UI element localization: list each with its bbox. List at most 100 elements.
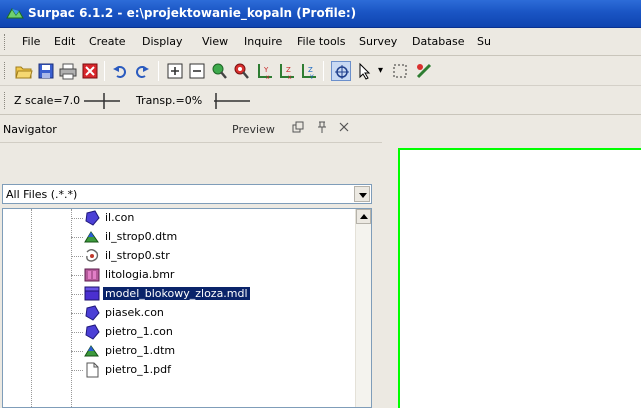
menu-create[interactable]: Create bbox=[89, 35, 126, 48]
cursor-icon[interactable] bbox=[355, 61, 375, 81]
select-rect-icon[interactable] bbox=[390, 61, 410, 81]
z-scale-label[interactable]: Z scale=7.0 bbox=[14, 94, 80, 107]
bmr-file-icon bbox=[84, 268, 100, 282]
list-item[interactable]: pietro_1.pdf bbox=[71, 361, 363, 379]
svg-text:Y: Y bbox=[309, 74, 314, 80]
svg-text:x: x bbox=[266, 74, 270, 80]
toolbar-separator bbox=[104, 61, 105, 81]
file-name: il.con bbox=[105, 211, 135, 224]
con-file-icon bbox=[85, 324, 100, 340]
tree-connector bbox=[71, 332, 83, 333]
file-name: piasek.con bbox=[105, 306, 164, 319]
transparency-slider[interactable] bbox=[214, 92, 250, 110]
zoom-box-out-icon[interactable] bbox=[187, 61, 207, 81]
transparency-label[interactable]: Transp.=0% bbox=[136, 94, 202, 107]
properties-icon[interactable] bbox=[80, 61, 100, 81]
menu-survey[interactable]: Survey bbox=[359, 35, 397, 48]
file-tree: il.con il_strop0.dtm il_strop0.str litol… bbox=[2, 208, 372, 408]
graphics-viewport[interactable] bbox=[398, 148, 641, 408]
navigator-header: Navigator Preview bbox=[0, 115, 382, 143]
tree-guide bbox=[31, 209, 32, 407]
toolbar-grip[interactable] bbox=[4, 62, 7, 79]
chevron-down-icon[interactable] bbox=[354, 186, 370, 202]
zoom-in-icon[interactable] bbox=[209, 61, 229, 81]
svg-text:x: x bbox=[288, 74, 292, 80]
navigator-title: Navigator bbox=[3, 123, 57, 136]
toolbar-separator bbox=[158, 61, 159, 81]
display-toolbar: Z scale=7.0 Transp.=0% bbox=[0, 86, 641, 115]
cursor-dropdown-icon[interactable]: ▾ bbox=[378, 65, 383, 76]
svg-text:Z: Z bbox=[286, 66, 291, 74]
tree-scrollbar[interactable] bbox=[355, 209, 371, 407]
file-filter-value: All Files (.*.*) bbox=[6, 188, 78, 201]
list-item[interactable]: piasek.con bbox=[71, 304, 363, 322]
tree-connector bbox=[71, 256, 83, 257]
file-name: il_strop0.dtm bbox=[105, 230, 178, 243]
menu-edit[interactable]: Edit bbox=[54, 35, 75, 48]
undo-icon[interactable] bbox=[110, 61, 130, 81]
con-file-icon bbox=[85, 210, 100, 226]
menu-file[interactable]: File bbox=[22, 35, 40, 48]
svg-text:Z: Z bbox=[308, 66, 313, 74]
main-toolbar: Yx Zx ZY ▾ bbox=[0, 56, 641, 86]
pin-icon[interactable] bbox=[314, 121, 330, 137]
save-icon[interactable] bbox=[36, 61, 56, 81]
close-icon[interactable] bbox=[336, 121, 352, 137]
zoom-out-icon[interactable] bbox=[231, 61, 251, 81]
tree-guide bbox=[71, 209, 72, 407]
view-zy-icon[interactable]: ZY bbox=[299, 61, 319, 81]
list-item[interactable]: il_strop0.dtm bbox=[71, 228, 363, 246]
tree-connector bbox=[71, 237, 83, 238]
select-point-icon[interactable] bbox=[331, 61, 351, 81]
list-item[interactable]: il_strop0.str bbox=[71, 247, 363, 265]
tree-connector bbox=[71, 218, 83, 219]
menu-view[interactable]: View bbox=[202, 35, 228, 48]
toolbar-separator bbox=[323, 61, 324, 81]
tree-connector bbox=[71, 294, 83, 295]
mdl-file-icon bbox=[84, 286, 100, 301]
menu-display[interactable]: Display bbox=[142, 35, 183, 48]
zoom-box-in-icon[interactable] bbox=[165, 61, 185, 81]
tree-connector bbox=[71, 370, 83, 371]
tree-connector bbox=[71, 275, 83, 276]
menu-grip[interactable] bbox=[4, 34, 7, 50]
menu-database[interactable]: Database bbox=[412, 35, 465, 48]
undock-icon[interactable] bbox=[290, 121, 306, 137]
list-item[interactable]: il.con bbox=[71, 209, 363, 227]
tree-connector bbox=[71, 313, 83, 314]
preview-tab[interactable]: Preview bbox=[232, 123, 275, 136]
toolbar-grip[interactable] bbox=[4, 92, 7, 109]
file-name: pietro_1.con bbox=[105, 325, 173, 338]
open-folder-icon[interactable] bbox=[14, 61, 34, 81]
file-name: pietro_1.dtm bbox=[105, 344, 176, 357]
list-item[interactable]: pietro_1.con bbox=[71, 323, 363, 341]
tools-icon[interactable] bbox=[414, 61, 434, 81]
graphics-area bbox=[382, 115, 641, 408]
file-filter-dropdown[interactable]: All Files (.*.*) bbox=[2, 184, 372, 204]
pdf-file-icon bbox=[86, 362, 99, 378]
file-name: model_blokowy_zloza.mdl bbox=[102, 286, 251, 301]
view-xz-icon[interactable]: Yx bbox=[255, 61, 275, 81]
scroll-up-button[interactable] bbox=[356, 209, 371, 224]
dtm-file-icon bbox=[84, 345, 99, 357]
title-bar[interactable]: Surpac 6.1.2 - e:\projektowanie_kopaln (… bbox=[0, 0, 641, 28]
z-scale-slider[interactable] bbox=[84, 92, 120, 110]
view-zx-icon[interactable]: Zx bbox=[277, 61, 297, 81]
file-name: il_strop0.str bbox=[105, 249, 170, 262]
svg-text:Y: Y bbox=[263, 66, 269, 74]
menu-bar: File Edit Create Display View Inquire Fi… bbox=[0, 28, 641, 56]
print-icon[interactable] bbox=[58, 61, 78, 81]
menu-more[interactable]: Su bbox=[477, 35, 491, 48]
menu-inquire[interactable]: Inquire bbox=[244, 35, 282, 48]
file-name: pietro_1.pdf bbox=[105, 363, 171, 376]
dtm-file-icon bbox=[84, 231, 99, 243]
redo-icon[interactable] bbox=[132, 61, 152, 81]
list-item[interactable]: pietro_1.dtm bbox=[71, 342, 363, 360]
list-item[interactable]: model_blokowy_zloza.mdl bbox=[71, 285, 363, 303]
con-file-icon bbox=[85, 305, 100, 321]
list-item[interactable]: litologia.bmr bbox=[71, 266, 363, 284]
menu-file-tools[interactable]: File tools bbox=[297, 35, 345, 48]
str-file-icon bbox=[86, 249, 99, 262]
tree-connector bbox=[71, 351, 83, 352]
file-name: litologia.bmr bbox=[105, 268, 175, 281]
